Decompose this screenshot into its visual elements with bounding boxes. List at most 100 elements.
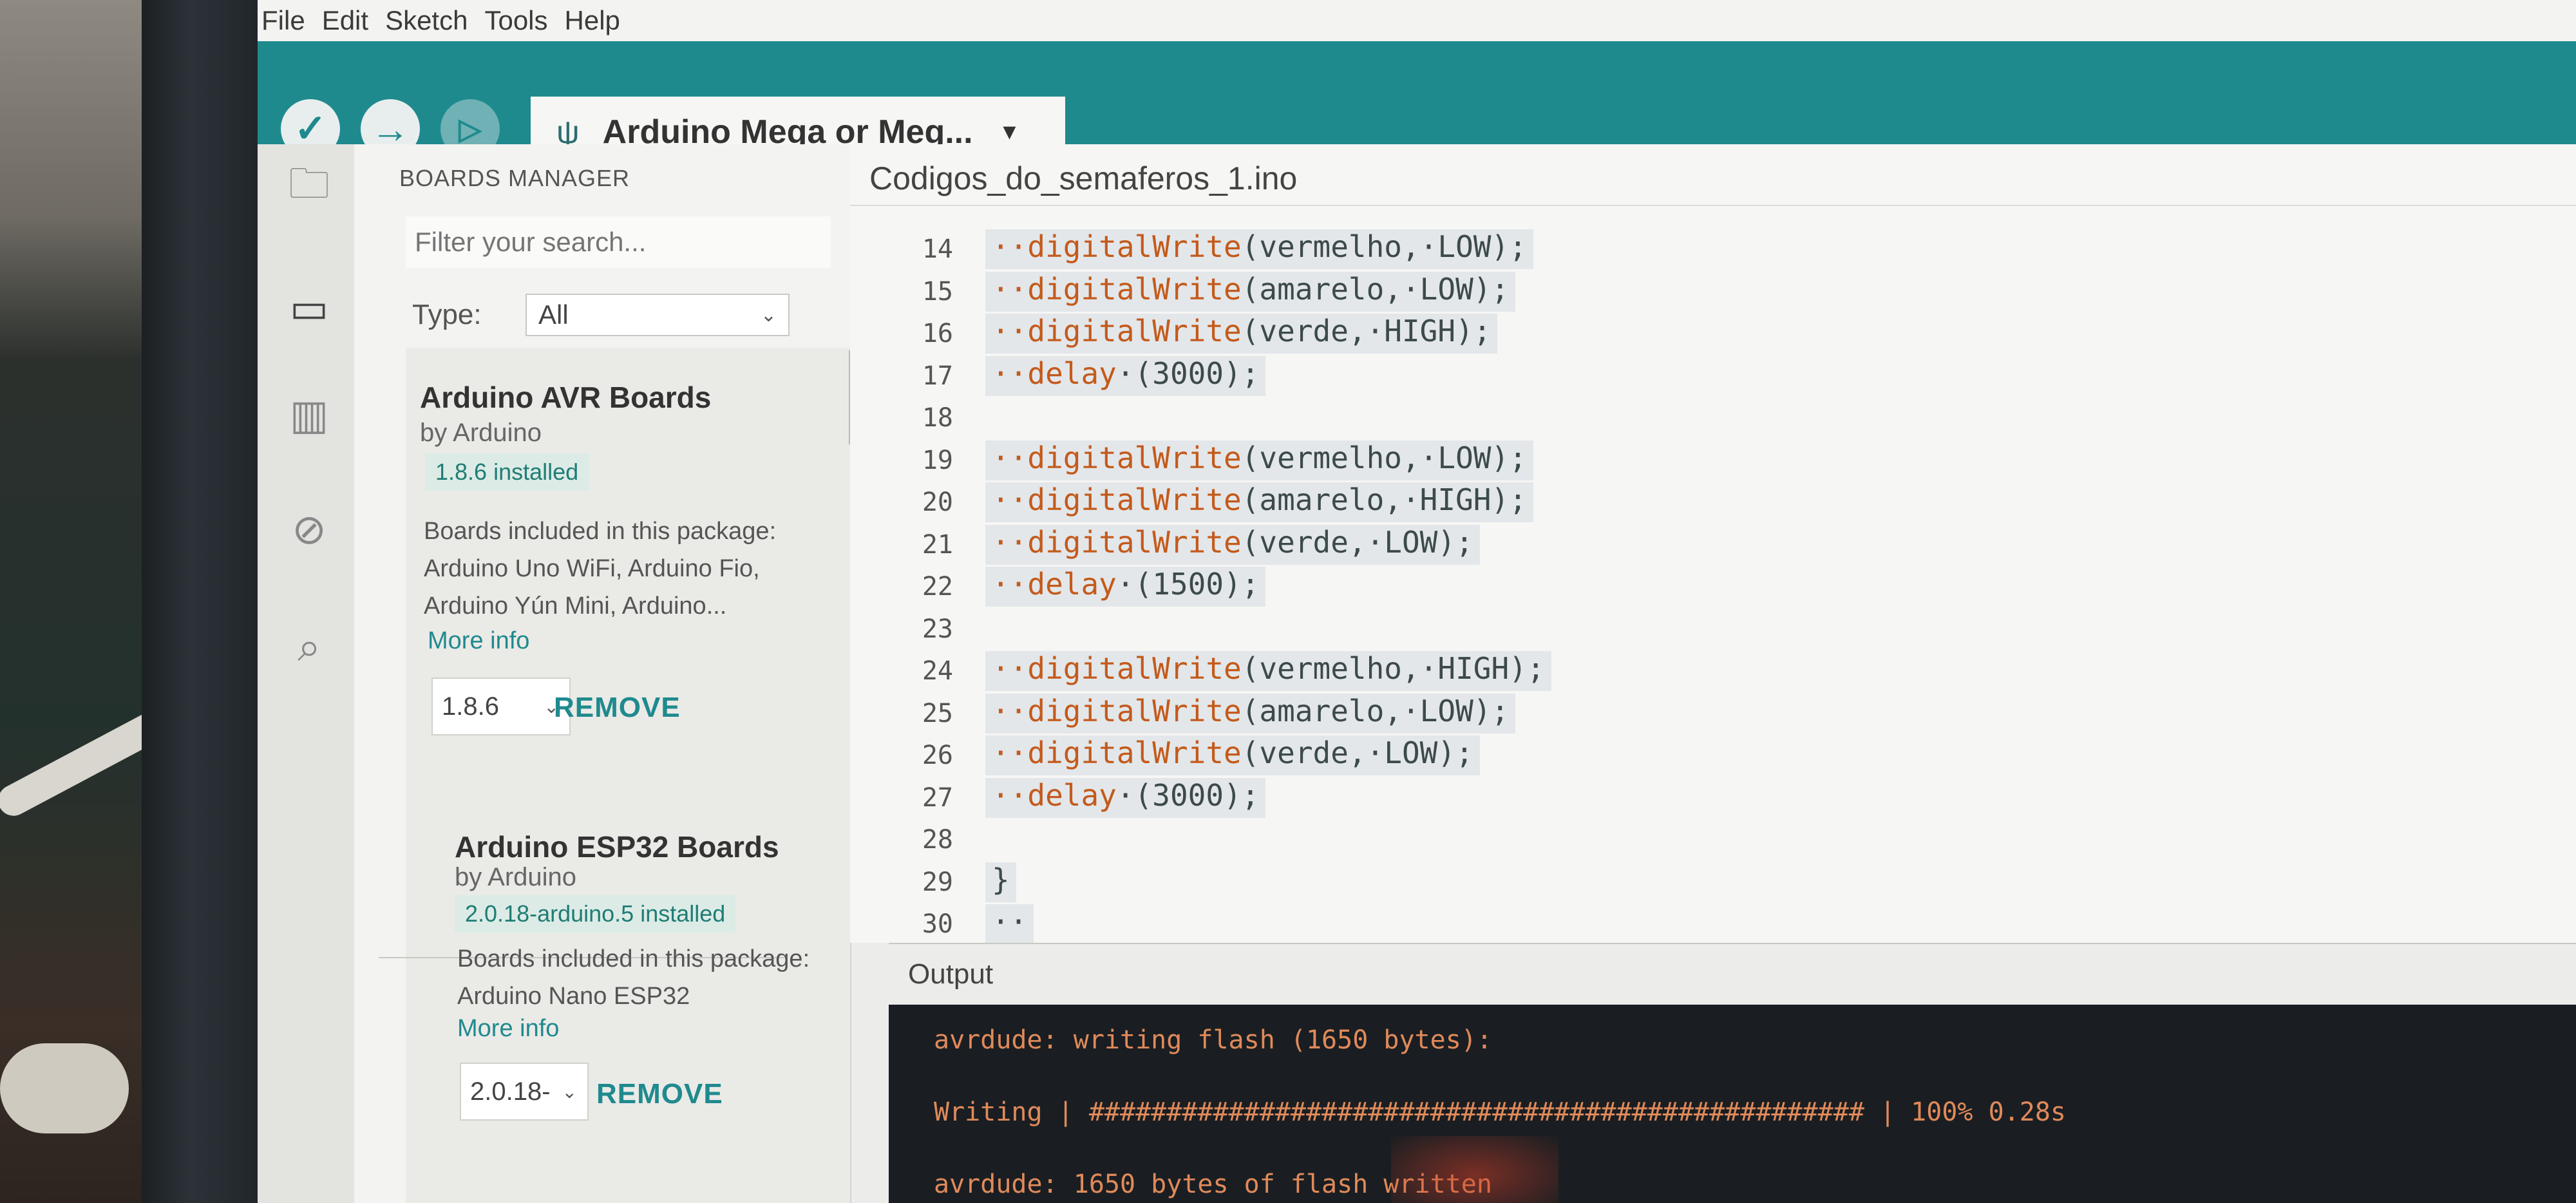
- output-panel: Output avrdude: writing flash (1650 byte…: [889, 943, 2576, 1203]
- remove-button[interactable]: REMOVE: [554, 692, 681, 724]
- code-arguments: }: [992, 862, 1010, 897]
- package-name: Arduino ESP32 Boards: [455, 830, 779, 864]
- debug-off-icon[interactable]: ⊘: [283, 504, 335, 555]
- code-arguments: (vermelho,·HIGH);: [1241, 651, 1545, 686]
- line-number: 20: [922, 488, 953, 517]
- line-number: 22: [922, 572, 953, 602]
- installed-badge: 1.8.6 installed: [425, 453, 589, 491]
- chevron-down-icon: ⌄: [760, 304, 777, 326]
- package-author: by Arduino: [420, 419, 542, 447]
- debug-icon: ▷: [459, 112, 482, 146]
- code-arguments: ·(1500);: [1116, 567, 1260, 602]
- code-arguments: (verde,·LOW);: [1241, 524, 1473, 560]
- code-function: ··digitalWrite: [992, 271, 1242, 307]
- code-line: ··: [985, 904, 1034, 944]
- menu-tools[interactable]: Tools: [484, 5, 547, 36]
- output-title: Output: [908, 958, 994, 990]
- code-line: ··delay·(3000);: [985, 777, 1266, 818]
- type-filter-value: All: [538, 299, 569, 330]
- output-line: avrdude: writing flash (1650 bytes):: [934, 1025, 1492, 1055]
- line-number: 29: [922, 867, 953, 897]
- boards-search-input[interactable]: [406, 216, 831, 268]
- line-number-gutter: 14 15 16 17 18 19 20 21 22 23 24 25 26 27 28 29 30: [850, 222, 966, 943]
- code-arguments: (amarelo,·HIGH);: [1241, 482, 1527, 517]
- code-function: ··digitalWrite: [992, 482, 1242, 517]
- line-number: 23: [922, 614, 953, 644]
- sidebar-rail: 🗀 ▭ ▥ ⊘ ⌕: [258, 144, 354, 1203]
- code-editor: Codigos_do_semaferos_1.ino 14 15 16 17 18 19 2…: [850, 144, 2576, 944]
- search-icon[interactable]: ⌕: [283, 621, 335, 672]
- code-function: ··digitalWrite: [992, 229, 1242, 264]
- menu-bar: File Edit Sketch Tools Help: [258, 0, 2576, 41]
- version-value: 2.0.18-: [470, 1077, 551, 1106]
- code-line: ··delay·(3000);: [985, 355, 1266, 396]
- description-heading: Boards included in this package:: [424, 518, 777, 545]
- remove-button[interactable]: REMOVE: [596, 1078, 723, 1110]
- code-line: ··digitalWrite(verde,·LOW);: [985, 524, 1480, 565]
- code-function: ··delay: [992, 567, 1117, 602]
- screen-glare: [1391, 1136, 1558, 1203]
- code-arguments: ··: [992, 904, 1028, 939]
- boards-list: Arduino AVR Boards by Arduino 1.8.6 inst…: [379, 348, 850, 1203]
- line-number: 16: [922, 319, 953, 348]
- code-line: ··digitalWrite(amarelo,·LOW);: [985, 693, 1516, 734]
- board-icon[interactable]: ▭: [283, 282, 335, 334]
- installed-badge: 2.0.18-arduino.5 installed: [455, 895, 736, 933]
- code-line: ··digitalWrite(vermelho,·HIGH);: [985, 651, 1551, 691]
- code-arguments: (amarelo,·LOW);: [1241, 271, 1510, 307]
- folder-icon[interactable]: 🗀: [283, 160, 335, 215]
- code-arguments: ·(3000);: [1116, 777, 1260, 813]
- description-line: Arduino Nano ESP32: [457, 983, 690, 1010]
- line-number: 14: [922, 234, 953, 264]
- code-function: ··digitalWrite: [992, 651, 1242, 686]
- line-number: 30: [922, 909, 953, 939]
- tab-divider: [850, 205, 2576, 206]
- tab-sketch-file[interactable]: Codigos_do_semaferos_1.ino: [869, 160, 1297, 197]
- code-area[interactable]: ··digitalWrite(vermelho,·LOW); ··digitalW…: [985, 222, 2531, 944]
- code-arguments: ·(3000);: [1116, 355, 1260, 391]
- type-filter-label: Type:: [412, 299, 482, 330]
- menu-file[interactable]: File: [261, 5, 305, 36]
- menu-sketch[interactable]: Sketch: [385, 5, 468, 36]
- line-number: 25: [922, 698, 953, 728]
- menu-help[interactable]: Help: [565, 5, 620, 36]
- library-icon[interactable]: ▥: [283, 389, 335, 440]
- description-line: Arduino Yún Mini, Arduino...: [424, 592, 727, 620]
- output-header: Output: [889, 943, 2576, 1005]
- code-function: ··digitalWrite: [992, 735, 1242, 770]
- code-arguments: (verde,·HIGH);: [1241, 314, 1492, 348]
- more-info-link[interactable]: More info: [428, 627, 529, 655]
- package-author: by Arduino: [455, 863, 577, 891]
- line-number: 19: [922, 445, 953, 475]
- more-info-link[interactable]: More info: [457, 1015, 559, 1043]
- line-number: 17: [922, 361, 953, 391]
- ide-window: File Edit Sketch Tools Help ✓ → ▷ ψ Ardu…: [258, 0, 2576, 1203]
- cable-coil: [0, 1043, 129, 1133]
- code-arguments: (verde,·LOW);: [1241, 735, 1473, 770]
- code-line: ··digitalWrite(verde,·HIGH);: [985, 314, 1498, 354]
- boards-manager-panel: BOARDS MANAGER Type: All ⌄ Arduino AVR B…: [354, 144, 851, 1203]
- line-number: 27: [922, 782, 953, 813]
- boards-manager-title: BOARDS MANAGER: [399, 165, 630, 191]
- menu-edit[interactable]: Edit: [322, 5, 368, 36]
- version-select[interactable]: 2.0.18- ⌄: [460, 1063, 589, 1121]
- toolbar: ✓ → ▷ ψ Arduino Mega or Meg... ▼: [258, 41, 2576, 167]
- code-line: ··digitalWrite(amarelo,·LOW);: [985, 271, 1516, 312]
- type-filter-select[interactable]: All ⌄: [526, 294, 790, 336]
- code-arguments: (vermelho,·LOW);: [1241, 229, 1527, 264]
- version-value: 1.8.6: [442, 692, 499, 721]
- code-arguments: (amarelo,·LOW);: [1241, 693, 1510, 728]
- package-description: Boards included in this package: Arduino…: [424, 513, 836, 625]
- version-select[interactable]: 1.8.6 ⌄: [431, 677, 571, 735]
- list-item: Arduino AVR Boards by Arduino 1.8.6 inst…: [406, 348, 850, 799]
- code-arguments: (vermelho,·LOW);: [1241, 440, 1527, 475]
- line-number: 26: [922, 741, 953, 770]
- code-line: ··digitalWrite(amarelo,·HIGH);: [985, 482, 1533, 522]
- line-number: 21: [922, 529, 953, 560]
- code-function: ··digitalWrite: [992, 693, 1242, 728]
- description-heading: Boards included in this package:: [457, 945, 810, 972]
- package-description: Boards included in this package: Arduino…: [457, 940, 869, 1015]
